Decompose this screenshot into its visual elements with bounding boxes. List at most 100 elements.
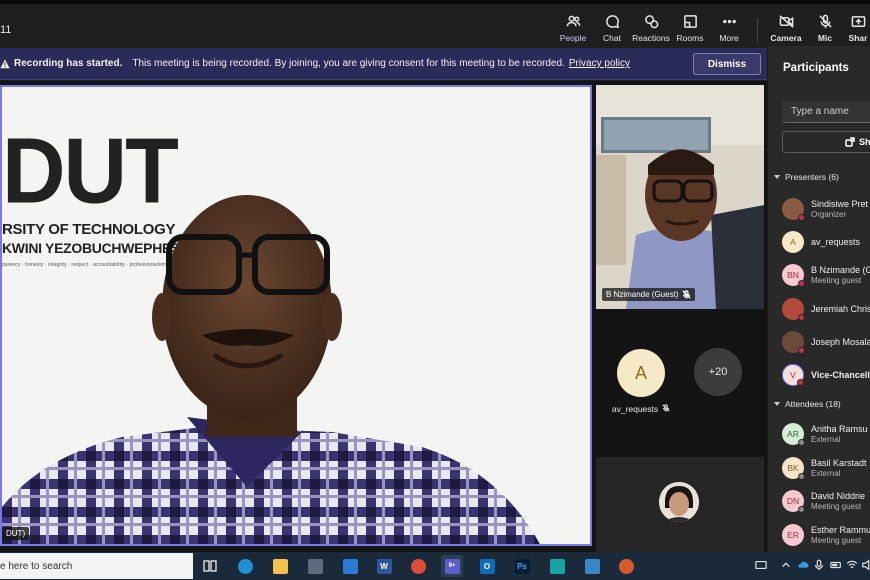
- mic-tray[interactable]: [812, 558, 826, 572]
- participant-name: av_requests: [811, 237, 861, 247]
- participant-role: External: [811, 469, 841, 478]
- participant-photo: [782, 298, 805, 321]
- attendees-section-header[interactable]: Attendees (18): [774, 399, 841, 409]
- participant-role: Meeting guest: [811, 276, 862, 285]
- outlook-app[interactable]: O: [476, 555, 498, 577]
- participant-row[interactable]: BK Basil Karstadt External: [782, 455, 870, 483]
- reactions-icon: [644, 12, 659, 30]
- panel-title: Participants: [783, 62, 849, 74]
- media-icon: [618, 558, 634, 574]
- participant-avatar: DN: [782, 490, 805, 513]
- mail-app[interactable]: [339, 555, 361, 577]
- participant-row[interactable]: V Vice-Chancell: [782, 362, 870, 390]
- battery-tray[interactable]: [829, 558, 843, 572]
- participant-search-input[interactable]: [782, 101, 870, 123]
- chrome-app[interactable]: [407, 555, 429, 577]
- participant-avatar: V: [782, 364, 804, 386]
- more-label: More: [719, 33, 739, 43]
- teams-app[interactable]: 9+: [441, 555, 463, 577]
- folder-icon: [272, 558, 288, 574]
- status-indicator: [798, 280, 805, 287]
- status-indicator: [798, 347, 805, 354]
- participant-name: Anitha Ramsu: [811, 424, 868, 434]
- participant-avatar: BK: [782, 457, 805, 480]
- microphone-icon: [814, 559, 824, 571]
- people-label: People: [559, 33, 587, 43]
- participant-row[interactable]: BN B Nzimande (G Meeting guest: [782, 262, 870, 290]
- windows-taskbar: e here to search W 9+ O Ps: [0, 552, 870, 580]
- network-tray[interactable]: [845, 558, 859, 572]
- chevron-up-icon: [782, 562, 790, 568]
- av-requests-tile-avatar[interactable]: A: [617, 349, 665, 397]
- main-speaker-video[interactable]: DUT RSITY OF TECHNOLOGY KWINI YEZOBUCHWE…: [0, 85, 592, 546]
- privacy-policy-link[interactable]: Privacy policy: [569, 58, 630, 69]
- teams-icon: 9+: [444, 558, 460, 574]
- toolbar-divider: [757, 18, 758, 42]
- store-app[interactable]: [304, 555, 326, 577]
- presenters-section-header[interactable]: Presenters (6): [774, 172, 839, 182]
- keyboard-icon: [755, 560, 767, 570]
- mic-button[interactable]: Mic: [802, 12, 848, 48]
- participant-name: Joseph Mosala: [811, 337, 870, 347]
- tray-chevron[interactable]: [779, 558, 793, 572]
- battery-icon: [830, 561, 841, 569]
- participant-avatar: [659, 482, 699, 522]
- speaker-figure: [2, 195, 540, 544]
- participant-row[interactable]: ER Esther Rammu Meeting guest: [782, 522, 870, 550]
- word-app[interactable]: W: [373, 555, 395, 577]
- mic-off-icon: [818, 12, 833, 30]
- meeting-toolbar: 11 People Chat Reactions Rooms More Came…: [0, 0, 870, 52]
- cloud-icon: [798, 561, 809, 568]
- participant-role: Meeting guest: [811, 536, 862, 545]
- guest-label-text: B Nzimande (Guest): [606, 290, 679, 299]
- speaker-icon: [862, 559, 870, 571]
- onedrive-tray[interactable]: [796, 558, 810, 572]
- mail-icon: [342, 558, 358, 574]
- share-button[interactable]: Shar: [843, 12, 870, 48]
- taskbar-search-box[interactable]: e here to search: [0, 553, 193, 579]
- file-explorer-app[interactable]: [269, 555, 291, 577]
- more-button[interactable]: More: [706, 12, 752, 48]
- more-participants-button[interactable]: +20: [694, 348, 742, 396]
- task-view-icon: [203, 560, 217, 572]
- more-dots-icon: [722, 12, 737, 30]
- participant-avatar: A: [782, 231, 804, 253]
- participant-row[interactable]: A av_requests: [782, 229, 870, 257]
- task-view-button[interactable]: [199, 555, 221, 577]
- chat-label: Chat: [603, 33, 621, 43]
- photoshop-app[interactable]: Ps: [511, 555, 533, 577]
- dismiss-button[interactable]: Dismiss: [693, 53, 761, 75]
- camera-off-icon: [778, 12, 794, 30]
- banner-message: This meeting is being recorded. By joini…: [132, 58, 565, 69]
- attendees-header-label: Attendees (18): [785, 399, 841, 409]
- participant-initials: BK: [787, 463, 799, 473]
- participant-row[interactable]: AR Anitha Ramsu External: [782, 421, 870, 449]
- av-requests-tile-name: av_requests: [596, 404, 686, 414]
- participants-panel: Participants Sh Presenters (6) Sindisiwe…: [767, 46, 870, 552]
- rooms-icon: [683, 12, 698, 30]
- app-icon-generic[interactable]: [546, 555, 568, 577]
- presenters-header-label: Presenters (6): [785, 172, 839, 182]
- remote-desktop-app[interactable]: [581, 555, 603, 577]
- keyboard-indicator[interactable]: [752, 558, 770, 572]
- media-app[interactable]: [615, 555, 637, 577]
- participant-row[interactable]: Joseph Mosala: [782, 329, 870, 357]
- chrome-icon: [410, 558, 426, 574]
- status-indicator: [797, 379, 804, 386]
- collapse-triangle-icon: [774, 402, 780, 406]
- b-nzimande-video[interactable]: B Nzimande (Guest): [596, 85, 764, 309]
- share-invite-button[interactable]: Sh: [782, 131, 870, 153]
- participant-row[interactable]: Jeremiah Chris: [782, 296, 870, 324]
- edge-app[interactable]: [234, 555, 256, 577]
- participant-row[interactable]: DN David Niddrie Meeting guest: [782, 488, 870, 516]
- camera-label: Camera: [770, 33, 802, 43]
- participant-video-tile[interactable]: [596, 457, 764, 552]
- participant-avatar: AR: [782, 423, 805, 446]
- recording-banner: Recording has started. This meeting is b…: [0, 48, 767, 80]
- app-icon: [549, 558, 565, 574]
- participant-row[interactable]: Sindisiwe Pret Organizer: [782, 196, 870, 224]
- meeting-timer: 11: [0, 24, 12, 36]
- participant-initials: DN: [786, 496, 800, 506]
- store-icon: [307, 558, 323, 574]
- volume-tray[interactable]: [860, 558, 870, 572]
